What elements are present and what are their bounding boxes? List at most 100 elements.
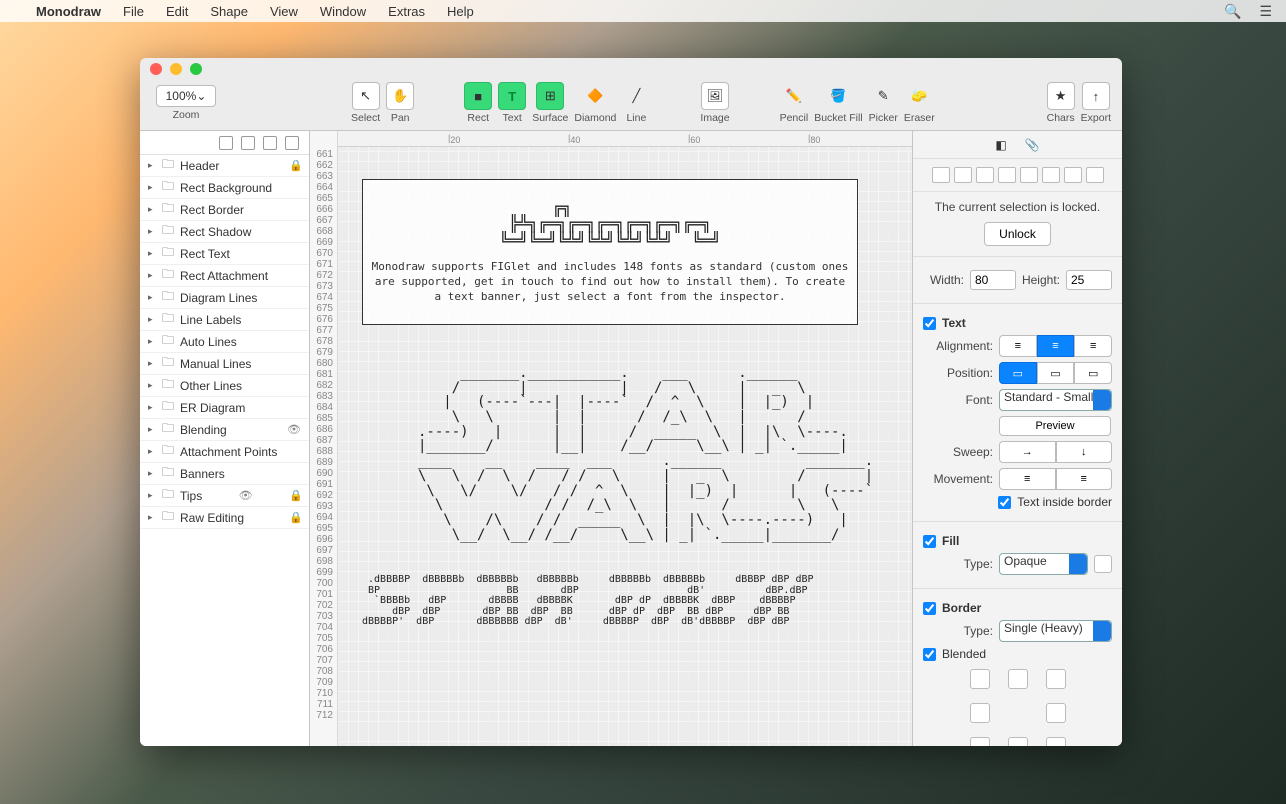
position-bottom[interactable]: ▭: [1074, 362, 1112, 384]
hidden-icon[interactable]: 👁: [239, 489, 253, 502]
zoom-button[interactable]: [190, 63, 202, 75]
disclosure-triangle-icon[interactable]: ▸: [148, 292, 156, 303]
sidebar-icon-2[interactable]: [241, 136, 255, 150]
text-inside-check[interactable]: [998, 496, 1011, 509]
position-middle[interactable]: ▭: [1037, 362, 1075, 384]
disclosure-triangle-icon[interactable]: ▸: [148, 160, 156, 171]
align-bottom[interactable]: [1042, 167, 1060, 183]
layer-diagram-lines[interactable]: ▸🗀Diagram Lines: [140, 287, 309, 309]
disclosure-triangle-icon[interactable]: ▸: [148, 380, 156, 391]
menu-edit[interactable]: Edit: [166, 4, 188, 19]
sidebar-icon-4[interactable]: [285, 136, 299, 150]
layer-raw-editing[interactable]: ▸🗀Raw Editing🔒: [140, 507, 309, 529]
position-top[interactable]: ▭: [999, 362, 1037, 384]
layer-line-labels[interactable]: ▸🗀Line Labels: [140, 309, 309, 331]
menu-window[interactable]: Window: [320, 4, 366, 19]
text-tool[interactable]: T: [498, 82, 526, 110]
border-b[interactable]: [1008, 737, 1028, 746]
border-type-select[interactable]: Single (Heavy): [999, 620, 1112, 642]
align-text-left[interactable]: ≡: [999, 335, 1037, 357]
sweep-h[interactable]: →: [999, 441, 1056, 463]
sidebar-icon-3[interactable]: [263, 136, 277, 150]
inspector-tab-attach[interactable]: 📎: [1025, 138, 1040, 152]
layer-tips[interactable]: ▸🗀Tips👁🔒: [140, 485, 309, 507]
picker-tool[interactable]: ✎: [869, 82, 897, 110]
border-tl[interactable]: [970, 669, 990, 689]
layer-er-diagram[interactable]: ▸🗀ER Diagram: [140, 397, 309, 419]
layer-banners[interactable]: ▸🗀Banners: [140, 463, 309, 485]
fill-type-select[interactable]: Opaque: [999, 553, 1088, 575]
disclosure-triangle-icon[interactable]: ▸: [148, 446, 156, 457]
pencil-tool[interactable]: ✏️: [780, 82, 808, 110]
layer-rect-text[interactable]: ▸🗀Rect Text: [140, 243, 309, 265]
align-text-right[interactable]: ≡: [1074, 335, 1112, 357]
menu-view[interactable]: View: [270, 4, 298, 19]
layer-rect-border[interactable]: ▸🗀Rect Border: [140, 199, 309, 221]
border-section-check[interactable]: [923, 602, 936, 615]
disclosure-triangle-icon[interactable]: ▸: [148, 204, 156, 215]
select-tool[interactable]: ↖: [352, 82, 380, 110]
surface-tool[interactable]: ⊞: [536, 82, 564, 110]
menu-shape[interactable]: Shape: [210, 4, 248, 19]
rect-tool[interactable]: ■: [464, 82, 492, 110]
align-vcenter[interactable]: [1020, 167, 1038, 183]
disclosure-triangle-icon[interactable]: ▸: [148, 490, 156, 501]
disclosure-triangle-icon[interactable]: ▸: [148, 424, 156, 435]
bucket-tool[interactable]: 🪣: [824, 82, 852, 110]
disclosure-triangle-icon[interactable]: ▸: [148, 182, 156, 193]
disclosure-triangle-icon[interactable]: ▸: [148, 226, 156, 237]
banner-shape[interactable]: ╔╗ ╠╩╗╔═╗╔═╗╔═╗╔═╗╔═╗╔═╗ ╚═╝╚═╝╚╩╝╚╩╝╚╩╝…: [362, 179, 858, 325]
fill-section-check[interactable]: [923, 535, 936, 548]
align-top[interactable]: [998, 167, 1016, 183]
height-input[interactable]: [1066, 270, 1112, 290]
layer-other-lines[interactable]: ▸🗀Other Lines: [140, 375, 309, 397]
menu-file[interactable]: File: [123, 4, 144, 19]
align-left[interactable]: [932, 167, 950, 183]
diamond-tool[interactable]: 🔶: [581, 82, 609, 110]
image-tool[interactable]: 🖼: [701, 82, 729, 110]
inspector-tab-shape[interactable]: ◧: [995, 138, 1006, 152]
starwars-ascii[interactable]: _______.___________. ___ .______ / | | /…: [418, 366, 873, 542]
disclosure-triangle-icon[interactable]: ▸: [148, 358, 156, 369]
spotlight-icon[interactable]: 🔍: [1224, 3, 1241, 20]
lock-icon[interactable]: 🔒: [289, 511, 301, 524]
unlock-button[interactable]: Unlock: [984, 222, 1051, 246]
minimize-button[interactable]: [170, 63, 182, 75]
move-l[interactable]: ≡: [999, 468, 1056, 490]
align-right[interactable]: [976, 167, 994, 183]
chars-button[interactable]: ★: [1047, 82, 1075, 110]
font-select[interactable]: Standard - Small: [999, 389, 1112, 411]
menubar-app-name[interactable]: Monodraw: [36, 4, 101, 19]
border-br[interactable]: [1046, 737, 1066, 746]
disclosure-triangle-icon[interactable]: ▸: [148, 248, 156, 259]
distribute-h[interactable]: [1064, 167, 1082, 183]
disclosure-triangle-icon[interactable]: ▸: [148, 512, 156, 523]
disclosure-triangle-icon[interactable]: ▸: [148, 402, 156, 413]
menu-extras[interactable]: Extras: [388, 4, 425, 19]
menu-help[interactable]: Help: [447, 4, 474, 19]
fill-swatch[interactable]: [1094, 555, 1112, 573]
export-button[interactable]: ↑: [1082, 82, 1110, 110]
layer-auto-lines[interactable]: ▸🗀Auto Lines: [140, 331, 309, 353]
disclosure-triangle-icon[interactable]: ▸: [148, 468, 156, 479]
blended-check[interactable]: [923, 648, 936, 661]
close-button[interactable]: [150, 63, 162, 75]
line-tool[interactable]: ╱: [622, 82, 650, 110]
layer-rect-background[interactable]: ▸🗀Rect Background: [140, 177, 309, 199]
text-section-check[interactable]: [923, 317, 936, 330]
width-input[interactable]: [970, 270, 1016, 290]
align-hcenter[interactable]: [954, 167, 972, 183]
canvas[interactable]: |20 |40 |60 |80 ╔╗ ╠╩╗╔═╗╔═╗╔═╗╔═╗╔═╗╔═╗…: [338, 131, 912, 746]
layer-blending[interactable]: ▸🗀Blending👁: [140, 419, 309, 441]
border-bl[interactable]: [970, 737, 990, 746]
lock-icon[interactable]: 🔒: [289, 159, 301, 172]
layer-rect-shadow[interactable]: ▸🗀Rect Shadow: [140, 221, 309, 243]
align-text-center[interactable]: ≡: [1037, 335, 1075, 357]
border-t[interactable]: [1008, 669, 1028, 689]
border-tr[interactable]: [1046, 669, 1066, 689]
disclosure-triangle-icon[interactable]: ▸: [148, 336, 156, 347]
layer-rect-attachment[interactable]: ▸🗀Rect Attachment: [140, 265, 309, 287]
move-r[interactable]: ≡: [1056, 468, 1113, 490]
disclosure-triangle-icon[interactable]: ▸: [148, 270, 156, 281]
figlet-big-ascii[interactable]: .dBBBBP dBBBBBb dBBBBBb dBBBBBb dBBBBBb …: [362, 575, 814, 628]
